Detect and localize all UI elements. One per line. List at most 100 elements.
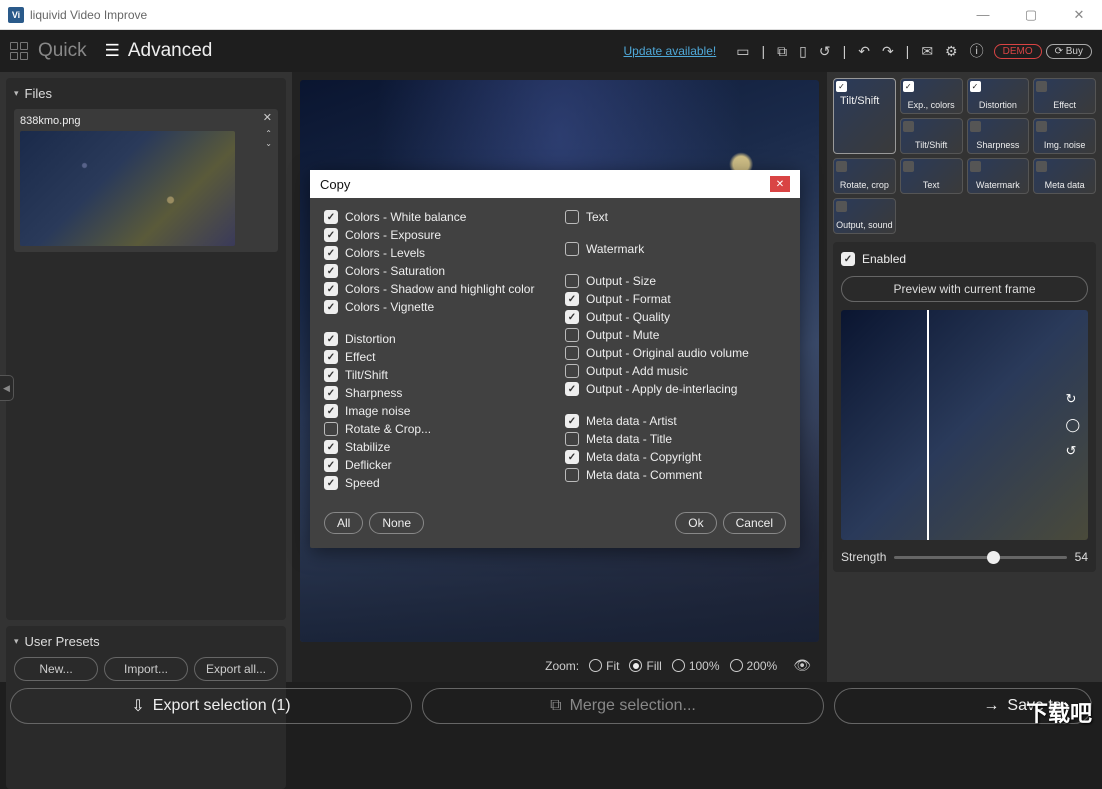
close-button[interactable]: ✕ [1064, 7, 1094, 23]
checkbox[interactable] [324, 476, 338, 490]
copy-option[interactable]: Output - Mute [565, 326, 786, 344]
none-button[interactable]: None [369, 512, 424, 534]
checkbox[interactable] [324, 282, 338, 296]
effect-checkbox[interactable]: ✓ [903, 81, 914, 92]
effect-tile[interactable]: Sharpness [967, 118, 1030, 154]
copy-option[interactable]: Output - Apply de-interlacing [565, 380, 786, 398]
cancel-button[interactable]: Cancel [723, 512, 786, 534]
checkbox[interactable] [565, 382, 579, 396]
focus-point-icon[interactable]: ◯ [1065, 417, 1080, 433]
preset-export-button[interactable]: Export all... [194, 657, 278, 681]
rotate-ccw-icon[interactable]: ↺ [1065, 443, 1080, 459]
copy-option[interactable]: Output - Format [565, 290, 786, 308]
merge-selection-button[interactable]: ⧉ Merge selection... [422, 688, 824, 724]
save-to-button[interactable]: →Save to... [834, 688, 1092, 724]
rotate-cw-icon[interactable]: ↻ [1065, 391, 1080, 407]
copy-option[interactable]: Output - Original audio volume [565, 344, 786, 362]
copy-option[interactable]: Rotate & Crop... [324, 420, 545, 438]
side-collapse-handle[interactable]: ◀ [0, 375, 14, 401]
checkbox[interactable] [324, 422, 338, 436]
mail-icon[interactable]: ✉ [921, 43, 933, 60]
strength-slider[interactable] [894, 556, 1066, 559]
effect-checkbox[interactable] [970, 161, 981, 172]
checkbox[interactable] [324, 264, 338, 278]
copy-option[interactable]: Output - Size [565, 272, 786, 290]
effect-tile[interactable]: Tilt/Shift [900, 118, 963, 154]
effect-tile[interactable]: ✓Exp., colors [900, 78, 963, 114]
copy-option[interactable]: Distortion [324, 330, 545, 348]
effect-tile[interactable]: Watermark [967, 158, 1030, 194]
gear-icon[interactable]: ⚙ [945, 43, 958, 60]
copy-option[interactable]: Text [565, 208, 786, 226]
checkbox[interactable] [324, 228, 338, 242]
files-header[interactable]: Files [14, 86, 278, 101]
eye-icon[interactable]: 👁 [793, 657, 811, 674]
checkbox[interactable] [324, 458, 338, 472]
view-grid-icon[interactable] [10, 42, 28, 60]
copy-option[interactable]: Colors - Vignette [324, 298, 545, 316]
checkbox[interactable] [565, 450, 579, 464]
effect-checkbox[interactable] [1036, 161, 1047, 172]
checkbox[interactable] [565, 432, 579, 446]
reset-icon[interactable]: ↺ [819, 43, 831, 60]
checkbox[interactable] [324, 368, 338, 382]
effect-checkbox[interactable] [836, 161, 847, 172]
chevron-up-icon[interactable]: ⌃ [265, 129, 272, 138]
checkbox[interactable] [565, 328, 579, 342]
preset-import-button[interactable]: Import... [104, 657, 188, 681]
buy-button[interactable]: ⟳ Buy [1046, 44, 1092, 59]
copy-option[interactable]: Speed [324, 474, 545, 492]
effect-checkbox[interactable] [836, 201, 847, 212]
copy-option[interactable]: Sharpness [324, 384, 545, 402]
effect-tile[interactable]: Output, sound [833, 198, 896, 234]
enabled-checkbox[interactable] [841, 252, 855, 266]
copy-option[interactable]: Tilt/Shift [324, 366, 545, 384]
checkbox[interactable] [324, 404, 338, 418]
file-thumb[interactable]: 838kmo.png ✕ ⌃ ⌄ [14, 109, 278, 252]
mode-quick[interactable]: Quick [38, 40, 87, 62]
copy-option[interactable]: Output - Quality [565, 308, 786, 326]
update-link[interactable]: Update available! [624, 44, 717, 58]
zoom-100[interactable]: 100% [672, 659, 720, 673]
compare-preview[interactable]: ↻ ◯ ↺ [841, 310, 1088, 540]
checkbox[interactable] [324, 300, 338, 314]
effect-checkbox[interactable]: ✓ [970, 81, 981, 92]
effect-tile[interactable]: Text [900, 158, 963, 194]
copy-option[interactable]: Stabilize [324, 438, 545, 456]
copy-option[interactable]: Meta data - Copyright [565, 448, 786, 466]
zoom-fit[interactable]: Fit [589, 659, 619, 673]
copy-icon[interactable]: ⧉ [777, 43, 787, 60]
maximize-button[interactable]: ▢ [1016, 7, 1046, 23]
copy-option[interactable]: Meta data - Title [565, 430, 786, 448]
effect-checkbox[interactable] [970, 121, 981, 132]
checkbox[interactable] [565, 242, 579, 256]
copy-option[interactable]: Colors - White balance [324, 208, 545, 226]
preview-frame-button[interactable]: Preview with current frame [841, 276, 1088, 302]
checkbox[interactable] [565, 414, 579, 428]
effect-tile-tiltshift-active[interactable]: ✓ Tilt/Shift [833, 78, 896, 154]
copy-option[interactable]: Colors - Exposure [324, 226, 545, 244]
ok-button[interactable]: Ok [675, 512, 716, 534]
checkbox[interactable] [565, 274, 579, 288]
checkbox[interactable] [565, 346, 579, 360]
compare-divider[interactable] [927, 310, 929, 540]
folder-open-icon[interactable]: ▭ [736, 43, 749, 60]
checkbox[interactable] [565, 468, 579, 482]
effect-checkbox[interactable]: ✓ [836, 81, 847, 92]
copy-option[interactable]: Colors - Levels [324, 244, 545, 262]
copy-option[interactable]: Meta data - Artist [565, 412, 786, 430]
copy-option[interactable]: Output - Add music [565, 362, 786, 380]
effect-tile[interactable]: Rotate, crop [833, 158, 896, 194]
redo-icon[interactable]: ↷ [882, 43, 894, 60]
info-icon[interactable]: ⓘ [970, 41, 984, 61]
undo-icon[interactable]: ↶ [858, 43, 870, 60]
copy-option[interactable]: Colors - Saturation [324, 262, 545, 280]
mode-advanced[interactable]: Advanced [128, 40, 213, 62]
all-button[interactable]: All [324, 512, 363, 534]
effect-tile[interactable]: Effect [1033, 78, 1096, 114]
copy-option[interactable]: Deflicker [324, 456, 545, 474]
chevron-down-icon[interactable]: ⌄ [265, 139, 272, 148]
export-selection-button[interactable]: ⇩ Export selection (1) [10, 688, 412, 724]
checkbox[interactable] [565, 292, 579, 306]
checkbox[interactable] [324, 350, 338, 364]
